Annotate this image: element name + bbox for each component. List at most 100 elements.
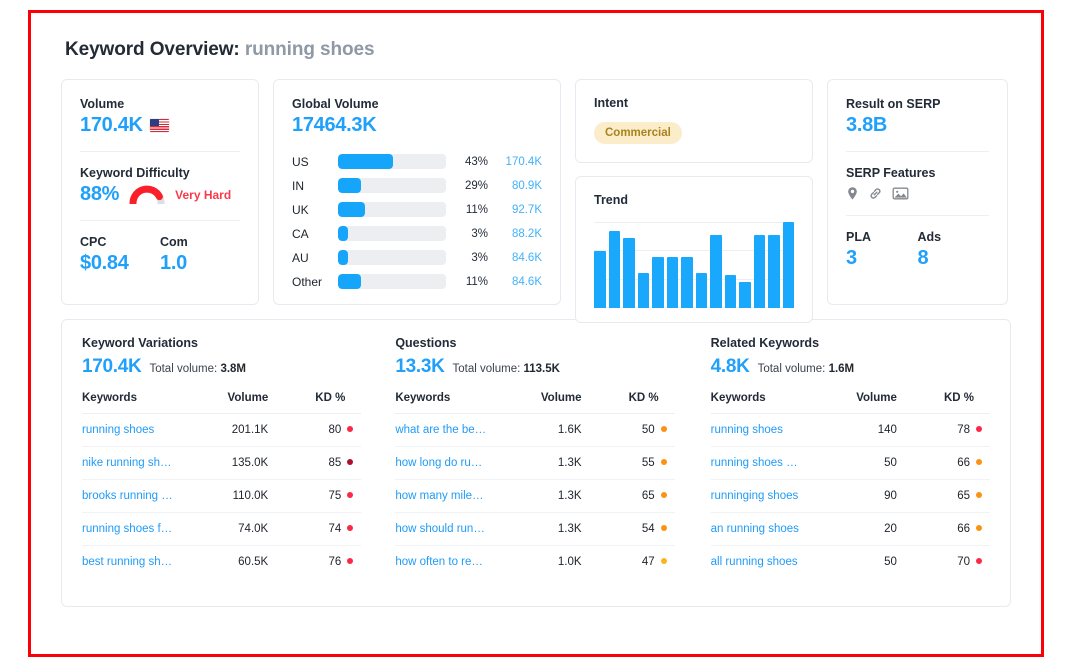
column-header-kd[interactable]: KD %	[582, 386, 675, 414]
highlight-frame: Keyword Overview: running shoes Volume 1…	[28, 10, 1044, 657]
keyword-kd: 66	[897, 513, 990, 546]
keyword-kd: 74	[268, 513, 361, 546]
keyword-difficulty-block: Keyword Difficulty 88% Very Hard	[80, 166, 240, 206]
keyword-link[interactable]: all running shoes	[711, 546, 804, 579]
group-summary: 170.4K Total volume: 3.8M	[82, 356, 361, 378]
country-bar-track	[338, 250, 446, 265]
keyword-volume: 60.5K	[175, 546, 268, 579]
keyword-volume: 1.0K	[488, 546, 581, 579]
keyword-link[interactable]: how many miles on running shoes	[395, 480, 488, 513]
kd-value: 66	[957, 457, 970, 469]
keyword-volume: 90	[804, 480, 897, 513]
cpc-block: CPC $0.84	[80, 235, 160, 275]
country-volume[interactable]: 170.4K	[500, 156, 542, 168]
column-header-volume[interactable]: Volume	[175, 386, 268, 414]
kd-status-dot	[976, 492, 982, 498]
keyword-difficulty-value: 88%	[80, 183, 119, 206]
volume-value-row: 170.4K	[80, 114, 240, 137]
keyword-kd: 75	[268, 480, 361, 513]
kd-value: 50	[642, 424, 655, 436]
global-volume-row: CA3%88.2K	[292, 223, 542, 244]
column-header-keywords[interactable]: Keywords	[82, 386, 175, 414]
kd-status-dot	[347, 426, 353, 432]
keyword-link[interactable]: running shoes	[82, 414, 175, 447]
country-percent: 11%	[456, 276, 488, 288]
country-bar-fill	[338, 250, 348, 265]
country-bar-fill	[338, 154, 393, 169]
keyword-link[interactable]: what are the best running shoes	[395, 414, 488, 447]
group-total-volume: Total volume: 3.8M	[149, 363, 246, 375]
kd-value: 78	[957, 424, 970, 436]
column-header-volume[interactable]: Volume	[488, 386, 581, 414]
trend-bar	[768, 235, 780, 308]
keyword-link[interactable]: how should running shoes fit	[395, 513, 488, 546]
link-icon[interactable]	[868, 186, 883, 201]
country-bar-track	[338, 202, 446, 217]
trend-bar	[667, 257, 679, 308]
keyword-kd: 66	[897, 447, 990, 480]
ads-value: 8	[918, 247, 990, 270]
keyword-link[interactable]: how often to replace running shoes	[395, 546, 488, 579]
keyword-kd: 76	[268, 546, 361, 579]
keyword-kd: 78	[897, 414, 990, 447]
trend-bar	[739, 282, 751, 308]
keyword-link[interactable]: running shoes with shoes	[711, 447, 804, 480]
column-header-kd[interactable]: KD %	[897, 386, 990, 414]
country-bar-fill	[338, 274, 361, 289]
country-volume[interactable]: 88.2K	[500, 228, 542, 240]
trend-bar	[754, 235, 766, 308]
country-label: US	[292, 155, 338, 169]
keyword-link[interactable]: brooks running shoes	[82, 480, 175, 513]
kd-value: 80	[329, 424, 342, 436]
keyword-link[interactable]: runninging shoes	[711, 480, 804, 513]
result-on-serp-value: 3.8B	[846, 114, 989, 137]
ads-block: Ads 8	[918, 230, 990, 270]
table-header-row: KeywordsVolumeKD %	[395, 386, 674, 414]
table-row: best running shoes60.5K 76	[82, 546, 361, 579]
column-header-keywords[interactable]: Keywords	[395, 386, 488, 414]
keyword-link[interactable]: an running shoes	[711, 513, 804, 546]
group-total-volume: Total volume: 1.6M	[758, 363, 855, 375]
map-pin-icon[interactable]	[846, 186, 859, 201]
image-icon[interactable]	[892, 186, 909, 201]
result-on-serp-label: Result on SERP	[846, 97, 989, 111]
group-count: 170.4K	[82, 356, 141, 378]
global-volume-row: IN29%80.9K	[292, 175, 542, 196]
keyword-link[interactable]: best running shoes	[82, 546, 175, 579]
keyword-link[interactable]: running shoes for women	[82, 513, 175, 546]
kd-value: 75	[329, 490, 342, 502]
keyword-volume: 1.3K	[488, 480, 581, 513]
group-title: Related Keywords	[711, 336, 990, 350]
kd-value: 66	[957, 523, 970, 535]
trend-bars	[594, 222, 794, 308]
column-header-kd[interactable]: KD %	[268, 386, 361, 414]
group-total-value: 1.6M	[829, 363, 855, 375]
table-row: how often to replace running shoes1.0K47	[395, 546, 674, 579]
page-title-prefix: Keyword Overview:	[65, 39, 240, 60]
keyword-link[interactable]: running shoes	[711, 414, 804, 447]
pla-label: PLA	[846, 230, 918, 244]
serp-features-block: SERP Features	[846, 166, 989, 201]
intent-badge[interactable]: Commercial	[594, 122, 682, 144]
country-volume[interactable]: 84.6K	[500, 252, 542, 264]
country-percent: 3%	[456, 252, 488, 264]
pla-value: 3	[846, 247, 918, 270]
serp-features-icons	[846, 186, 989, 201]
country-label: CA	[292, 227, 338, 241]
com-label: Com	[160, 235, 240, 249]
trend-bar	[652, 257, 664, 308]
column-header-volume[interactable]: Volume	[804, 386, 897, 414]
keyword-link[interactable]: how long do running shoes last	[395, 447, 488, 480]
group-total-volume: Total volume: 113.5K	[453, 363, 560, 375]
country-volume[interactable]: 80.9K	[500, 180, 542, 192]
cpc-label: CPC	[80, 235, 160, 249]
kd-value: 76	[329, 556, 342, 568]
keyword-link[interactable]: nike running shoes	[82, 447, 175, 480]
country-volume[interactable]: 92.7K	[500, 204, 542, 216]
global-volume-list: US43%170.4KIN29%80.9KUK11%92.7KCA3%88.2K…	[292, 151, 542, 292]
keyword-kd: 85	[268, 447, 361, 480]
country-volume[interactable]: 84.6K	[500, 276, 542, 288]
column-header-keywords[interactable]: Keywords	[711, 386, 804, 414]
group-total-label: Total volume:	[453, 363, 521, 375]
country-label: Other	[292, 275, 338, 289]
